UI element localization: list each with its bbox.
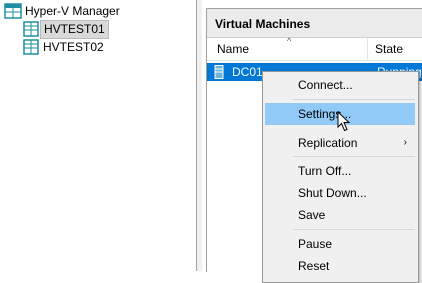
menu-item-label: Save	[298, 208, 326, 222]
panel-title: Virtual Machines	[215, 17, 311, 31]
menu-item-save[interactable]: Save	[265, 204, 415, 226]
column-header-state[interactable]: State	[375, 42, 403, 56]
tree-item-hyperv-manager[interactable]: Hyper-V Manager	[4, 2, 123, 20]
grid-header: Name ^ State	[207, 36, 422, 61]
vm-icon	[214, 65, 224, 79]
navigation-tree: Hyper-V Manager HVTEST01 HVTEST02	[0, 0, 197, 271]
menu-item-turn-off[interactable]: Turn Off...	[265, 160, 415, 182]
tree-label: Hyper-V Manager	[25, 3, 120, 18]
column-divider[interactable]	[367, 38, 368, 60]
vm-name: DC01	[232, 65, 263, 79]
menu-item-connect[interactable]: Connect...	[265, 74, 415, 96]
hyperv-manager-icon	[4, 3, 22, 19]
pane-splitter[interactable]	[197, 0, 202, 271]
cursor-icon	[337, 111, 351, 132]
sort-ascending-icon: ^	[287, 36, 292, 46]
menu-item-label: Reset	[298, 259, 330, 273]
server-icon	[23, 39, 39, 55]
column-header-name[interactable]: Name	[217, 42, 249, 56]
menu-separator	[293, 229, 415, 230]
menu-separator	[293, 156, 415, 157]
tree-label: HVTEST01	[40, 19, 109, 39]
menu-item-reset[interactable]: Reset	[265, 255, 415, 277]
menu-item-label: Turn Off...	[298, 164, 352, 178]
menu-item-replication[interactable]: Replication ›	[265, 132, 415, 154]
context-menu: Connect... Settings... Replication › Tur…	[262, 71, 419, 283]
tree-label: HVTEST02	[43, 39, 104, 54]
menu-item-pause[interactable]: Pause	[265, 233, 415, 255]
tree-item-hvtest01[interactable]: HVTEST01	[22, 19, 109, 39]
menu-item-shut-down[interactable]: Shut Down...	[265, 182, 415, 204]
menu-item-label: Shut Down...	[298, 186, 367, 200]
tree-item-hvtest02[interactable]: HVTEST02	[22, 38, 107, 56]
menu-item-label: Pause	[298, 237, 333, 251]
menu-separator	[293, 99, 415, 100]
menu-item-label: Replication	[298, 136, 358, 150]
menu-item-label: Connect...	[298, 78, 353, 92]
server-icon	[23, 21, 39, 37]
submenu-arrow-icon: ›	[403, 137, 407, 148]
panel-header: Virtual Machines	[207, 9, 422, 38]
